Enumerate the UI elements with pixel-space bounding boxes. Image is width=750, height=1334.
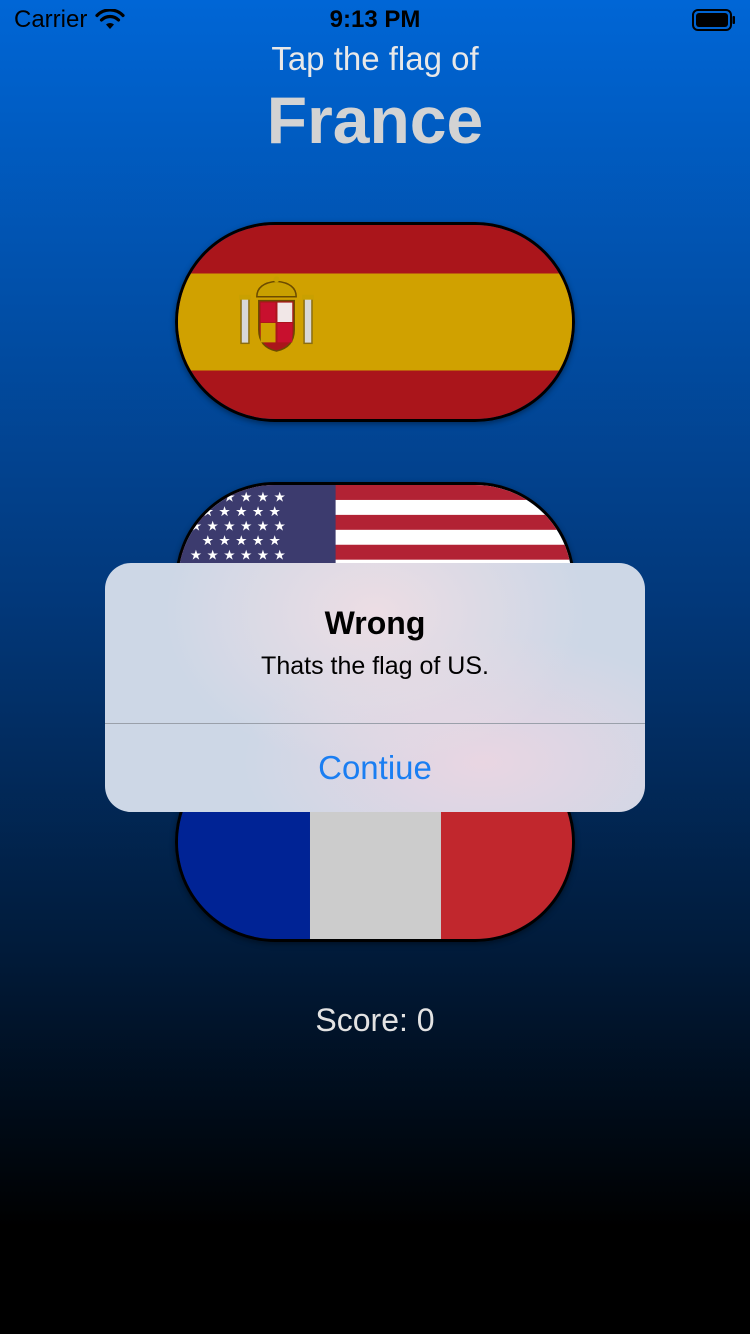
continue-button[interactable]: Contiue [105, 724, 645, 812]
status-time: 9:13 PM [329, 6, 421, 33]
status-bar: Carrier 9:13 PM [0, 0, 750, 40]
spain-flag-icon [178, 225, 572, 419]
alert-title: Wrong [324, 605, 426, 641]
flag-button-spain[interactable] [175, 222, 575, 422]
target-country: France [266, 83, 484, 157]
alert-dialog: Wrong Thats the flag of US. Contiue [105, 563, 645, 812]
alert-message: Thats the flag of US. [261, 652, 489, 680]
prompt-text: Tap the flag of [271, 40, 479, 77]
battery-icon [692, 9, 736, 31]
svg-text:★ ★ ★ ★ ★ ★: ★ ★ ★ ★ ★ ★ [190, 548, 286, 564]
svg-text:★ ★ ★ ★ ★ ★: ★ ★ ★ ★ ★ ★ [190, 519, 286, 535]
svg-text:★ ★ ★ ★ ★ ★: ★ ★ ★ ★ ★ ★ [190, 490, 286, 506]
svg-text:★ ★ ★ ★ ★: ★ ★ ★ ★ ★ [202, 504, 281, 520]
score-label: Score: 0 [315, 1002, 435, 1038]
svg-text:★ ★ ★ ★ ★: ★ ★ ★ ★ ★ [202, 533, 281, 549]
